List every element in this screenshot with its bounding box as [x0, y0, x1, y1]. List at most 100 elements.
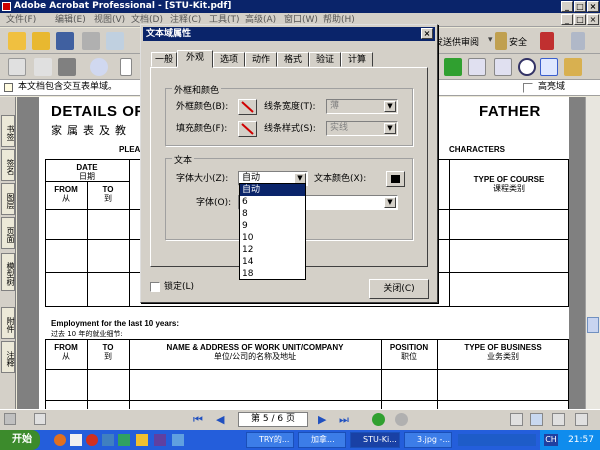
- no-color-icon: [241, 101, 254, 113]
- chevron-down-icon: ▼: [384, 123, 396, 134]
- print-icon[interactable]: [82, 32, 100, 50]
- font-size-option[interactable]: 6: [240, 196, 305, 208]
- start-button[interactable]: 开始: [0, 430, 40, 450]
- list-tool-icon[interactable]: [468, 58, 486, 76]
- zoom-icon[interactable]: [90, 58, 108, 76]
- hand-tool-icon[interactable]: [8, 58, 26, 76]
- send-review-label[interactable]: 发送供审阅: [434, 35, 479, 48]
- text-color-picker[interactable]: [386, 171, 405, 187]
- last-page-icon[interactable]: ⏭: [339, 413, 349, 427]
- select-text-icon[interactable]: [34, 58, 52, 76]
- font-size-option[interactable]: 14: [240, 256, 305, 268]
- review-icon[interactable]: [571, 32, 585, 50]
- line-style-select[interactable]: 实线 ▼: [326, 121, 398, 136]
- app-quicklaunch-icon[interactable]: [118, 434, 130, 446]
- single-page-icon[interactable]: [510, 413, 523, 426]
- page-number-field[interactable]: 第 5 / 6 页: [238, 412, 308, 427]
- doc-minimize-button[interactable]: _: [561, 14, 573, 25]
- font-size-dropdown-list[interactable]: 自动 6 8 9 10 12 14 18: [239, 183, 306, 280]
- doc-title-left: DETAILS OF: [51, 103, 145, 120]
- go-forward-icon[interactable]: [395, 413, 408, 426]
- first-page-icon[interactable]: ⏮: [193, 413, 203, 427]
- tab-layers[interactable]: 图层: [1, 183, 15, 215]
- col-from: FROM 从: [54, 185, 78, 203]
- tab-format[interactable]: 格式: [277, 52, 309, 67]
- next-page-icon[interactable]: ▶: [318, 413, 326, 426]
- highlight-fields-checkbox[interactable]: [523, 83, 533, 93]
- table-rule: [45, 400, 569, 401]
- taskbar-item-1[interactable]: TRY的...: [246, 432, 294, 448]
- border-color-picker[interactable]: [238, 99, 257, 115]
- open-folder-icon[interactable]: [32, 32, 50, 50]
- checkbox-tool-icon[interactable]: [444, 58, 462, 76]
- tab-comments[interactable]: 注释: [1, 341, 15, 373]
- radio-tool-icon[interactable]: [518, 58, 536, 76]
- vertical-scrollbar[interactable]: [585, 97, 600, 409]
- email-icon[interactable]: [106, 32, 124, 50]
- create-pdf-icon[interactable]: [8, 32, 26, 50]
- app-quicklaunch-icon[interactable]: [172, 434, 184, 446]
- scroll-thumb[interactable]: [587, 317, 599, 333]
- text-field-tool-icon[interactable]: [540, 58, 558, 76]
- taskbar-item-2[interactable]: 加拿...: [298, 432, 346, 448]
- signature-tool-icon[interactable]: [564, 58, 582, 76]
- font-size-option[interactable]: 12: [240, 244, 305, 256]
- tab-actions[interactable]: 动作: [245, 52, 277, 67]
- font-size-option[interactable]: 自动: [240, 184, 305, 196]
- doc-close-button[interactable]: ×: [587, 14, 599, 25]
- app-titlebar: Adobe Acrobat Professional - [STU-Kit.pd…: [0, 0, 600, 13]
- fill-color-picker[interactable]: [238, 121, 257, 137]
- font-size-option[interactable]: 10: [240, 232, 305, 244]
- go-back-icon[interactable]: [372, 413, 385, 426]
- app-quicklaunch-icon[interactable]: [136, 434, 148, 446]
- tab-signatures[interactable]: 签名: [1, 149, 15, 181]
- combo-tool-icon[interactable]: [494, 58, 512, 76]
- continuous-facing-icon[interactable]: [575, 413, 588, 426]
- hscroll-left-icon[interactable]: [4, 413, 16, 425]
- snapshot-icon[interactable]: [58, 58, 76, 76]
- toolbar-dropdown-arrow-icon[interactable]: ▾: [488, 35, 493, 45]
- col-to: TO 到: [102, 185, 114, 203]
- dialog-close-action-button[interactable]: 关闭(C): [369, 279, 429, 299]
- security-label[interactable]: 安全: [509, 35, 527, 48]
- menu-file[interactable]: 文件(F): [6, 14, 36, 26]
- continuous-icon[interactable]: [530, 413, 543, 426]
- menu-edit[interactable]: 编辑(E): [55, 14, 86, 26]
- font-size-option[interactable]: 9: [240, 220, 305, 232]
- font-size-option[interactable]: 8: [240, 208, 305, 220]
- chevron-down-icon: ▼: [384, 101, 396, 112]
- save-icon[interactable]: [56, 32, 74, 50]
- pen-icon[interactable]: [540, 32, 554, 50]
- taskbar-item-4[interactable]: 3.jpg -...: [404, 432, 452, 448]
- close-button[interactable]: ×: [587, 1, 599, 12]
- app-quicklaunch-icon[interactable]: [86, 434, 98, 446]
- line-width-select[interactable]: 薄 ▼: [326, 99, 398, 114]
- tab-calculate[interactable]: 计算: [341, 52, 373, 67]
- ime-indicator[interactable]: CH: [544, 434, 558, 446]
- app-quicklaunch-icon[interactable]: [102, 434, 114, 446]
- dialog-close-button[interactable]: ×: [421, 28, 433, 39]
- previous-page-icon[interactable]: ◀: [216, 413, 224, 426]
- minimize-button[interactable]: _: [561, 1, 573, 12]
- taskbar-item-3-active[interactable]: STU-Ki...: [350, 432, 400, 448]
- desktop-quicklaunch-icon[interactable]: [70, 434, 82, 446]
- tab-bookmarks[interactable]: 书签: [1, 115, 15, 147]
- page-icon[interactable]: [120, 58, 132, 76]
- maximize-button[interactable]: □: [574, 1, 586, 12]
- doc-restore-button[interactable]: □: [574, 14, 586, 25]
- tab-options[interactable]: 选项: [213, 52, 245, 67]
- tab-model-tree[interactable]: 模型树: [1, 253, 15, 291]
- tab-validate[interactable]: 验证: [309, 52, 341, 67]
- tab-general[interactable]: 一般: [151, 52, 177, 67]
- font-size-option[interactable]: 18: [240, 268, 305, 280]
- color-swatch: [391, 175, 400, 183]
- app-quicklaunch-icon[interactable]: [154, 434, 166, 446]
- tab-appearance[interactable]: 外观: [177, 50, 213, 68]
- locked-checkbox[interactable]: [150, 282, 160, 292]
- tab-pages[interactable]: 页面: [1, 217, 15, 249]
- facing-icon[interactable]: [552, 413, 565, 426]
- ie-quicklaunch-icon[interactable]: [54, 434, 66, 446]
- tray-icons-area[interactable]: [458, 434, 536, 446]
- menu-view[interactable]: 视图(V): [94, 14, 125, 26]
- tab-attachments[interactable]: 附件: [1, 307, 15, 339]
